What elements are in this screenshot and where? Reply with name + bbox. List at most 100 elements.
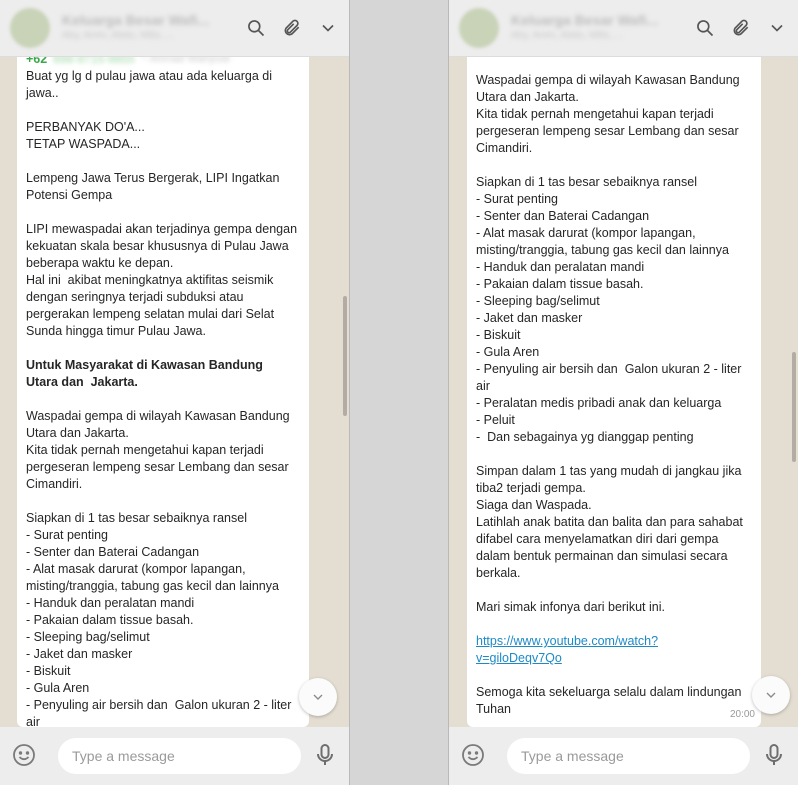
message-text: Buat yg lg d pulau jawa atau ada keluarg… [26,68,299,727]
chat-title[interactable]: Keluarga Besar Wafi... Aby, Amin, Abdu, … [62,12,239,44]
message-line: - Senter dan Baterai Cadangan [476,208,751,225]
message-line: - Senter dan Baterai Cadangan [26,544,299,561]
message-line: Kita tidak pernah mengetahui kapan terja… [476,106,751,123]
message-line: - Sleeping bag/selimut [476,293,751,310]
message-line: - Surat penting [476,191,751,208]
message-line: Utara dan Jakarta. [26,374,299,391]
message-input[interactable] [58,738,301,774]
message-line: air [476,378,751,395]
emoji-icon[interactable] [12,743,38,769]
message-line [476,55,751,72]
message-line: - Gula Aren [26,680,299,697]
chat-window-right: Utara dan Jakarta.Waspadai gempa di wila… [449,0,798,785]
search-icon[interactable] [245,17,267,39]
message-line: - Penyuling air bersih dan Galon ukuran … [26,697,299,714]
message-line: air [26,714,299,727]
message-line [26,493,299,510]
chevron-down-icon [763,687,779,703]
microphone-icon[interactable] [315,743,337,769]
message-line: berkala. [476,565,751,582]
message-line [26,340,299,357]
message-line: Potensi Gempa [26,187,299,204]
message-line [26,153,299,170]
message-line [476,446,751,463]
message-input[interactable] [507,738,750,774]
message-line: - Peluit [476,412,751,429]
message-line: Cimandiri. [26,476,299,493]
message-line: Tuhan [476,701,751,718]
message-line: dalam bentuk permainan dan simulasi seca… [476,548,751,565]
group-name: Keluarga Besar Wafi... [62,12,209,28]
message-line: - Handuk dan peralatan mandi [476,259,751,276]
message-line: - Alat masak darurat (kompor lapangan, [476,225,751,242]
chat-window-left: +62 898-9715-9855 ~ Ahmad Wahyudi Buat y… [0,0,349,785]
paperclip-icon[interactable] [281,17,303,39]
message-line: - Sleeping bag/selimut [26,629,299,646]
header-actions [694,17,788,39]
message-line: difabel cara menyelamatkan diri dari gem… [476,531,751,548]
message-line: Lempeng Jawa Terus Bergerak, LIPI Ingatk… [26,170,299,187]
message-line: Mari simak infonya dari berikut ini. [476,599,751,616]
message-line: - Alat masak darurat (kompor lapangan, [26,561,299,578]
message-line: Untuk Masyarakat di Kawasan Bandung [26,357,299,374]
chat-header: Keluarga Besar Wafi... Aby, Amin, Abdu, … [0,0,349,57]
message-timestamp: 20:00 [730,706,755,723]
message-line: Kita tidak pernah mengetahui kapan terja… [26,442,299,459]
message-line [476,157,751,174]
search-icon[interactable] [694,17,716,39]
chevron-down-icon [310,689,326,705]
message-line: - Jaket dan masker [26,646,299,663]
scroll-down-button[interactable] [299,678,337,716]
message-line: TETAP WASPADA... [26,136,299,153]
message-line: LIPI mewaspadai akan terjadinya gempa de… [26,221,299,238]
message-line: beberapa waktu ke depan. [26,255,299,272]
message-line: - Dan sebagainya yg dianggap penting [476,429,751,446]
message-line [26,102,299,119]
message-line: - Peralatan medis pribadi anak dan kelua… [476,395,751,412]
message-line [476,667,751,684]
message-line: Siapkan di 1 tas besar sebaiknya ransel [26,510,299,527]
chat-title[interactable]: Keluarga Besar Wafi... Aby, Amin, Abdu, … [511,12,688,44]
message-bubble: +62 898-9715-9855 ~ Ahmad Wahyudi Buat y… [17,50,309,727]
message-line: dengan seringnya terjadi subduksi atau [26,289,299,306]
message-line: - Penyuling air bersih dan Galon ukuran … [476,361,751,378]
message-link[interactable]: https://www.youtube.com/watch? [476,633,751,650]
header-actions [245,17,339,39]
microphone-icon[interactable] [764,743,786,769]
chat-header: Keluarga Besar Wafi... Aby, Amin, Abdu, … [449,0,798,57]
message-line: pergeseran lempeng sesar Lembang dan ses… [476,123,751,140]
message-line: Latihlah anak batita dan balita dan para… [476,514,751,531]
message-line: Siaga dan Waspada. [476,497,751,514]
message-line: misting/tranggia, tabung gas kecil dan l… [26,578,299,595]
emoji-icon[interactable] [461,743,487,769]
message-link[interactable]: v=giloDeqv7Qo [476,650,751,667]
message-line: - Pakaian dalam tissue basah. [26,612,299,629]
message-line: - Handuk dan peralatan mandi [26,595,299,612]
chat-scrollbar[interactable] [343,296,347,416]
chevron-down-icon[interactable] [766,17,788,39]
message-line: - Jaket dan masker [476,310,751,327]
chevron-down-icon[interactable] [317,17,339,39]
message-line: tiba2 terjadi gempa. [476,480,751,497]
message-line: misting/tranggia, tabung gas kecil dan l… [476,242,751,259]
message-line: Waspadai gempa di wilayah Kawasan Bandun… [26,408,299,425]
group-avatar[interactable] [10,8,50,48]
message-line: Utara dan Jakarta. [476,89,751,106]
group-members: Aby, Amin, Abdu, Milis, ... [511,28,688,44]
message-line: Buat yg lg d pulau jawa atau ada keluarg… [26,68,299,85]
message-line: - Gula Aren [476,344,751,361]
message-line: - Biskuit [26,663,299,680]
chat-scrollbar[interactable] [792,352,796,462]
message-line: pergerakan lempeng selatan mulai dari Se… [26,306,299,323]
message-line: jawa.. [26,85,299,102]
message-line: Waspadai gempa di wilayah Kawasan Bandun… [476,72,751,89]
message-line: Cimandiri. [476,140,751,157]
paperclip-icon[interactable] [730,17,752,39]
message-line: kekuatan skala besar khususnya di Pulau … [26,238,299,255]
message-line: PERBANYAK DO'A... [26,119,299,136]
scroll-down-button[interactable] [752,676,790,714]
message-line [26,204,299,221]
group-avatar[interactable] [459,8,499,48]
message-line: Semoga kita sekeluarga selalu dalam lind… [476,684,751,701]
message-text: Utara dan Jakarta.Waspadai gempa di wila… [476,38,751,718]
